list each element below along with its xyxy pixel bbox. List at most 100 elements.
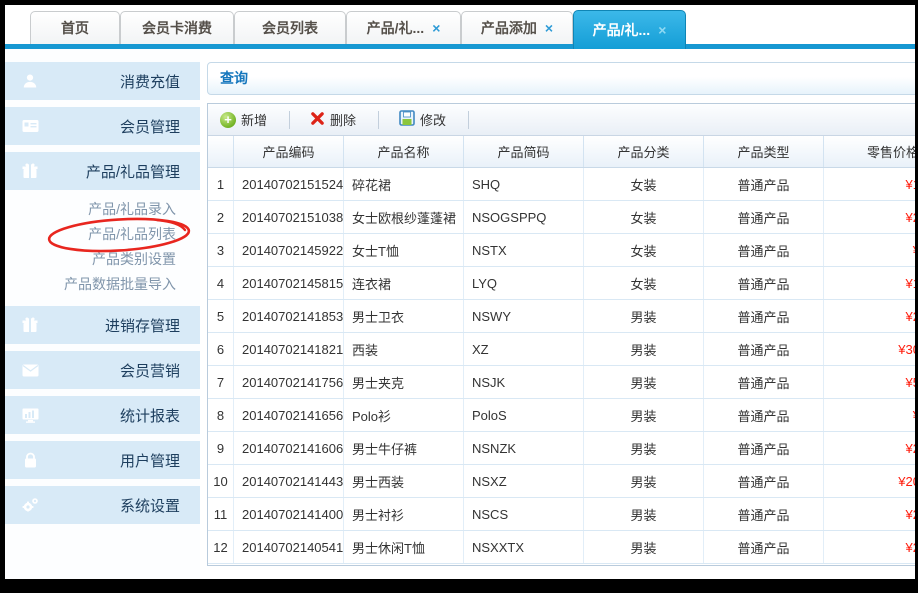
cell-product-category: 男装 [584, 465, 704, 497]
row-index: 7 [208, 366, 234, 398]
cell-product-type: 普通产品 [704, 333, 824, 365]
cell-product-code: 20140702141756 [234, 366, 344, 398]
delete-button[interactable]: 删除 [298, 104, 370, 135]
table-row[interactable]: 10 20140702141443 男士西装 NSXZ 男装 普通产品 ¥20 [208, 465, 915, 498]
cell-product-category: 男装 [584, 432, 704, 464]
sidebar-item-member-marketing[interactable]: 会员营销 [5, 351, 200, 389]
cell-product-category: 男装 [584, 399, 704, 431]
table-row[interactable]: 4 20140702145815 连衣裙 LYQ 女装 普通产品 ¥1 [208, 267, 915, 300]
tab-product-gift[interactable]: 产品/礼... × [346, 11, 461, 44]
query-panel-header[interactable]: 查询 [207, 62, 915, 95]
close-icon[interactable]: × [432, 21, 440, 35]
sidebar-item-inventory-management[interactable]: 进销存管理 [5, 306, 200, 344]
cell-product-name: 男士卫衣 [344, 300, 464, 332]
header-retail-price[interactable]: 零售价格 [824, 136, 915, 167]
edit-button[interactable]: 修改 [387, 104, 460, 135]
cell-product-name: 男士夹克 [344, 366, 464, 398]
table-row[interactable]: 9 20140702141606 男士牛仔裤 NSNZK 男装 普通产品 ¥2 [208, 432, 915, 465]
cell-product-code: 20140702151038 [234, 201, 344, 233]
table-row[interactable]: 1 20140702151524 碎花裙 SHQ 女装 普通产品 ¥1 [208, 168, 915, 201]
cell-retail-price: ¥2 [824, 498, 915, 530]
row-index: 6 [208, 333, 234, 365]
row-index: 5 [208, 300, 234, 332]
close-icon[interactable]: × [545, 21, 553, 35]
table-row[interactable]: 5 20140702141853 男士卫衣 NSWY 男装 普通产品 ¥2 [208, 300, 915, 333]
sidebar-item-system-settings[interactable]: 系统设置 [5, 486, 200, 524]
cell-product-category: 女装 [584, 234, 704, 266]
table-row[interactable]: 11 20140702141400 男士衬衫 NSCS 男装 普通产品 ¥2 [208, 498, 915, 531]
cell-product-code: 20140702145922 [234, 234, 344, 266]
sidebar-subitem-product-entry[interactable]: 产品/礼品录入 [5, 197, 200, 222]
header-product-category[interactable]: 产品分类 [584, 136, 704, 167]
cell-product-name: 西装 [344, 333, 464, 365]
table-header-row: 产品编码 产品名称 产品简码 产品分类 产品类型 零售价格 [208, 136, 915, 168]
table-row[interactable]: 7 20140702141756 男士夹克 NSJK 男装 普通产品 ¥5 [208, 366, 915, 399]
cell-product-name: 男士西装 [344, 465, 464, 497]
gears-icon [19, 497, 41, 513]
header-product-type[interactable]: 产品类型 [704, 136, 824, 167]
cell-product-category: 男装 [584, 333, 704, 365]
cell-product-type: 普通产品 [704, 432, 824, 464]
delete-icon [310, 111, 325, 129]
cell-product-name: 男士衬衫 [344, 498, 464, 530]
toolbar-separator [468, 111, 469, 129]
sidebar-subitem-product-batch-import[interactable]: 产品数据批量导入 [5, 272, 200, 297]
tab-bar: 首页 会员卡消费 会员列表 产品/礼... × 产品添加 × 产品/礼... × [5, 5, 915, 49]
sidebar-subitem-product-category[interactable]: 产品类别设置 [5, 247, 200, 272]
header-product-shortcode[interactable]: 产品简码 [464, 136, 584, 167]
header-index [208, 136, 234, 167]
cell-product-shortcode: SHQ [464, 168, 584, 200]
cell-product-category: 男装 [584, 531, 704, 563]
cell-product-type: 普通产品 [704, 531, 824, 563]
cell-retail-price: ¥ [824, 399, 915, 431]
cell-product-type: 普通产品 [704, 300, 824, 332]
cell-product-name: 碎花裙 [344, 168, 464, 200]
cell-product-name: 女士欧根纱蓬蓬裙 [344, 201, 464, 233]
table-row[interactable]: 2 20140702151038 女士欧根纱蓬蓬裙 NSOGSPPQ 女装 普通… [208, 201, 915, 234]
cell-product-type: 普通产品 [704, 498, 824, 530]
table-row[interactable]: 3 20140702145922 女士T恤 NSTX 女装 普通产品 ¥ [208, 234, 915, 267]
user-icon [19, 73, 41, 89]
cell-product-shortcode: NSCS [464, 498, 584, 530]
cell-retail-price: ¥2 [824, 531, 915, 563]
table-row[interactable]: 12 20140702140541 男士休闲T恤 NSXXTX 男装 普通产品 … [208, 531, 915, 564]
cell-product-shortcode: NSNZK [464, 432, 584, 464]
tab-product-add[interactable]: 产品添加 × [461, 11, 573, 44]
cell-product-shortcode: NSXZ [464, 465, 584, 497]
tab-member-list[interactable]: 会员列表 [234, 11, 346, 44]
cell-product-category: 女装 [584, 201, 704, 233]
sidebar-item-member-management[interactable]: 会员管理 [5, 107, 200, 145]
sidebar-item-user-management[interactable]: 用户管理 [5, 441, 200, 479]
header-product-code[interactable]: 产品编码 [234, 136, 344, 167]
sidebar-item-consume-recharge[interactable]: 消费充值 [5, 62, 200, 100]
row-index: 4 [208, 267, 234, 299]
cell-product-category: 女装 [584, 267, 704, 299]
cell-product-type: 普通产品 [704, 399, 824, 431]
cell-product-shortcode: NSJK [464, 366, 584, 398]
cell-product-shortcode: LYQ [464, 267, 584, 299]
cell-product-code: 20140702141443 [234, 465, 344, 497]
close-icon[interactable]: × [658, 23, 666, 37]
cell-product-shortcode: NSOGSPPQ [464, 201, 584, 233]
sidebar-item-product-gift-management[interactable]: 产品/礼品管理 [5, 152, 200, 190]
app-window: 首页 会员卡消费 会员列表 产品/礼... × 产品添加 × 产品/礼... × [5, 5, 915, 579]
cell-retail-price: ¥1 [824, 168, 915, 200]
add-button[interactable]: + 新增 [208, 104, 281, 135]
cell-product-code: 20140702151524 [234, 168, 344, 200]
sidebar-item-statistics-reports[interactable]: 统计报表 [5, 396, 200, 434]
cell-product-type: 普通产品 [704, 465, 824, 497]
table-body: 1 20140702151524 碎花裙 SHQ 女装 普通产品 ¥1 2 20… [208, 168, 915, 564]
tab-member-card-consume[interactable]: 会员卡消费 [120, 11, 234, 44]
tab-product-gift-active[interactable]: 产品/礼... × [573, 10, 686, 49]
header-product-name[interactable]: 产品名称 [344, 136, 464, 167]
cell-product-name: 男士休闲T恤 [344, 531, 464, 563]
mail-icon [19, 364, 41, 377]
table-row[interactable]: 6 20140702141821 西装 XZ 男装 普通产品 ¥30 [208, 333, 915, 366]
product-grid-panel: + 新增 删除 [207, 103, 915, 566]
table-row[interactable]: 8 20140702141656 Polo衫 PoloS 男装 普通产品 ¥ [208, 399, 915, 432]
cell-product-code: 20140702145815 [234, 267, 344, 299]
cell-product-type: 普通产品 [704, 234, 824, 266]
sidebar-subitem-product-list[interactable]: 产品/礼品列表 [5, 222, 200, 247]
row-index: 10 [208, 465, 234, 497]
tab-home[interactable]: 首页 [30, 11, 120, 44]
